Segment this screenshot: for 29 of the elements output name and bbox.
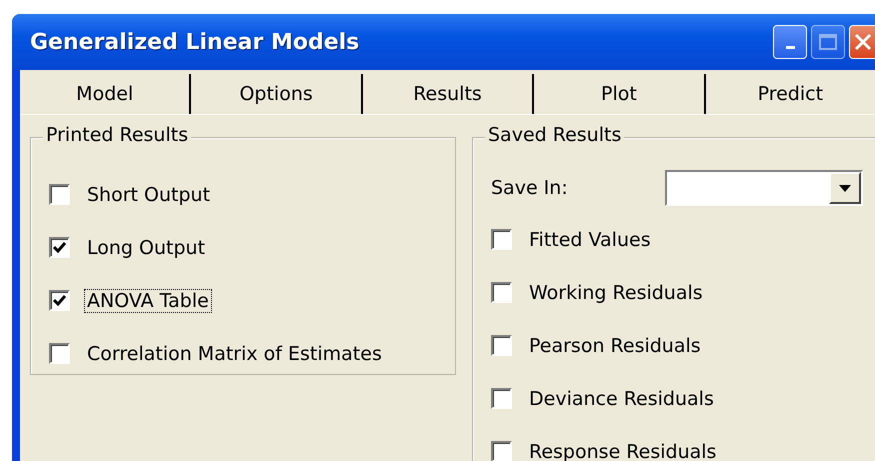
checkbox-label[interactable]: ANOVA Table bbox=[84, 288, 212, 312]
checkbox[interactable] bbox=[491, 441, 512, 461]
close-button[interactable] bbox=[849, 25, 875, 59]
checkbox-label[interactable]: Working Residuals bbox=[526, 280, 706, 304]
checkbox[interactable] bbox=[49, 290, 70, 311]
maximize-button[interactable] bbox=[811, 25, 845, 59]
checkbox-label[interactable]: Correlation Matrix of Estimates bbox=[84, 342, 385, 366]
minimize-button[interactable] bbox=[773, 25, 807, 59]
checkbox[interactable] bbox=[49, 184, 70, 205]
check-icon bbox=[53, 242, 66, 253]
minimize-icon bbox=[786, 46, 794, 48]
maximize-icon bbox=[819, 34, 837, 50]
checkbox[interactable] bbox=[49, 343, 70, 364]
checkbox-label[interactable]: Fitted Values bbox=[526, 228, 654, 252]
checkbox[interactable] bbox=[491, 335, 512, 356]
window-title: Generalized Linear Models bbox=[30, 30, 360, 54]
check-icon bbox=[53, 295, 66, 306]
close-icon bbox=[854, 33, 872, 51]
checkbox[interactable] bbox=[491, 282, 512, 303]
checkbox-label[interactable]: Long Output bbox=[84, 236, 208, 260]
checkbox[interactable] bbox=[491, 388, 512, 409]
checkbox-label[interactable]: Deviance Residuals bbox=[526, 386, 717, 410]
checkbox-label[interactable]: Pearson Residuals bbox=[526, 334, 704, 358]
dropdown-arrow-icon bbox=[839, 184, 851, 192]
checkbox[interactable] bbox=[49, 237, 70, 258]
save-in-dropdown[interactable] bbox=[665, 170, 863, 206]
checkbox-label[interactable]: Short Output bbox=[84, 182, 214, 206]
save-in-label: Save In: bbox=[491, 177, 568, 199]
checkbox[interactable] bbox=[491, 229, 512, 250]
